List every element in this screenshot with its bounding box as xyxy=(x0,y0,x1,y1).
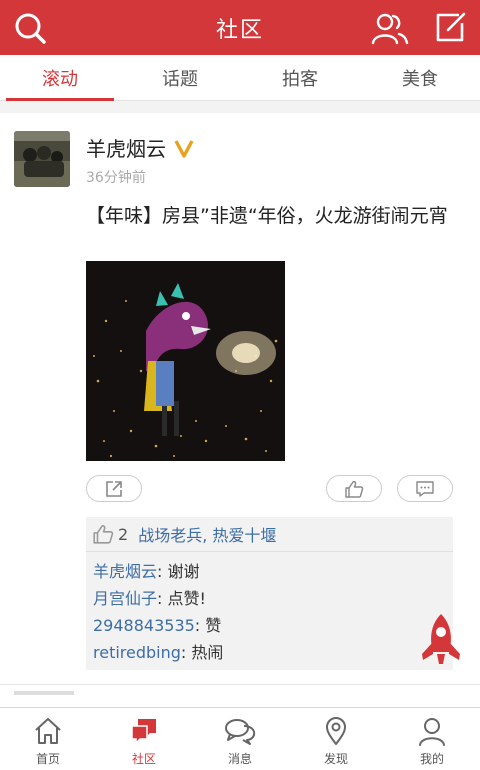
location-icon xyxy=(319,714,353,748)
likers-list[interactable]: 战场老兵, 热爱十堰 xyxy=(138,522,276,546)
category-tabs: 滚动 话题 拍客 美食 xyxy=(0,55,480,101)
comments-section: 2 战场老兵, 热爱十堰 羊虎烟云: 谢谢 月宫仙子: 点赞! 29488435… xyxy=(86,517,453,670)
comment-list: 羊虎烟云: 谢谢 月宫仙子: 点赞! 2948843535: 赞 retired… xyxy=(86,552,453,666)
nav-profile-label: 我的 xyxy=(419,752,444,766)
comment-item: retiredbing: 热闹 xyxy=(86,639,453,666)
nav-messages[interactable]: 消息 xyxy=(192,708,288,770)
comment-text: 热闹 xyxy=(191,643,224,662)
nav-discover[interactable]: 发现 xyxy=(288,708,384,770)
page-title: 社区 xyxy=(215,17,264,43)
comment-item: 月宫仙子: 点赞! xyxy=(86,585,453,612)
commenter-name[interactable]: retiredbing xyxy=(93,643,181,662)
tab-food[interactable]: 美食 xyxy=(360,55,480,100)
comment-item: 2948843535: 赞 xyxy=(86,612,453,639)
comment-separator: : xyxy=(180,643,192,662)
profile-icon xyxy=(415,714,449,748)
likes-row: 2 战场老兵, 热爱十堰 xyxy=(86,517,453,552)
comment-button[interactable] xyxy=(397,475,453,502)
comment-icon xyxy=(416,480,434,497)
post-time: 36分钟前 xyxy=(86,170,146,186)
verified-icon xyxy=(174,139,194,158)
rocket-icon[interactable] xyxy=(418,612,464,666)
tab-scroll[interactable]: 滚动 xyxy=(0,55,120,101)
share-button[interactable] xyxy=(86,475,142,502)
thumbs-up-icon xyxy=(93,525,114,544)
tab-topics[interactable]: 话题 xyxy=(120,55,240,100)
comment-text: 点赞! xyxy=(167,589,206,608)
compose-icon[interactable] xyxy=(430,8,470,48)
comment-separator: : xyxy=(194,616,206,635)
comment-separator: : xyxy=(157,589,168,608)
commenter-name[interactable]: 月宫仙子 xyxy=(93,589,157,608)
message-icon xyxy=(223,714,257,748)
post-image[interactable] xyxy=(86,261,285,461)
share-icon xyxy=(106,480,122,497)
likes-count: 2 xyxy=(118,524,129,544)
nav-profile[interactable]: 我的 xyxy=(384,708,480,770)
thumbs-up-icon xyxy=(345,480,364,498)
nav-messages-label: 消息 xyxy=(227,752,252,766)
people-icon[interactable] xyxy=(370,8,410,48)
commenter-name[interactable]: 2948843535 xyxy=(93,616,195,635)
next-post-peek xyxy=(14,691,74,695)
commenter-name[interactable]: 羊虎烟云 xyxy=(93,562,157,581)
comment-text: 谢谢 xyxy=(167,562,200,581)
post-divider xyxy=(0,684,480,685)
nav-home-label: 首页 xyxy=(35,752,60,766)
nav-home[interactable]: 首页 xyxy=(0,708,96,770)
nav-community-label: 社区 xyxy=(131,752,156,766)
post-title[interactable]: 【年味】房县”非遗“年俗，火龙游街闹元宵 xyxy=(86,203,456,229)
search-icon[interactable] xyxy=(10,8,50,48)
author-name[interactable]: 羊虎烟云 xyxy=(86,133,194,162)
home-icon xyxy=(31,714,65,748)
avatar[interactable] xyxy=(14,131,70,187)
comment-separator: : xyxy=(157,562,168,581)
like-button[interactable] xyxy=(326,475,382,502)
community-icon xyxy=(127,714,161,748)
tab-paike[interactable]: 拍客 xyxy=(240,55,360,100)
bottom-nav: 首页 社区 消息 发现 我的 xyxy=(0,707,480,770)
nav-discover-label: 发现 xyxy=(323,752,348,766)
author-name-text: 羊虎烟云 xyxy=(86,137,166,161)
nav-community[interactable]: 社区 xyxy=(96,708,192,770)
app-screen: 社区 滚动 话题 拍客 美食 羊虎烟云 36分钟前 【年味】房县”非遗“年俗，火… xyxy=(0,0,480,770)
comment-item: 羊虎烟云: 谢谢 xyxy=(86,558,453,585)
comment-text: 赞 xyxy=(205,616,222,635)
section-gap xyxy=(0,101,480,113)
top-bar: 社区 xyxy=(0,0,480,55)
